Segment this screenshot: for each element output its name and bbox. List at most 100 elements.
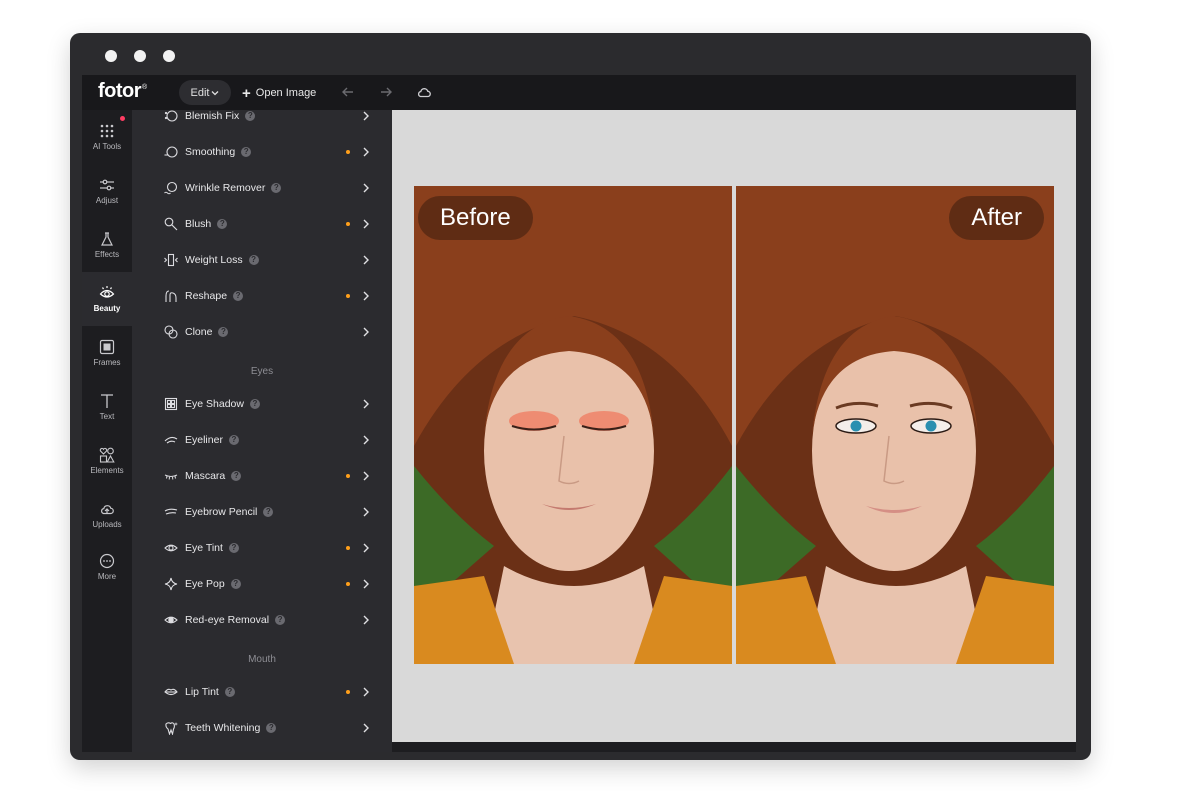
help-icon[interactable]: ? <box>245 111 256 122</box>
help-icon[interactable]: ? <box>263 507 274 518</box>
tool-row-smoothing[interactable]: Smoothing? <box>132 134 392 170</box>
adjust-icon <box>100 179 114 191</box>
effects-icon <box>101 232 113 246</box>
tool-label: Blemish Fix <box>185 110 240 122</box>
tool-row-eye-pop[interactable]: Eye Pop? <box>132 566 392 602</box>
tool-label: Wrinkle Remover <box>185 182 266 194</box>
rail-item-beauty[interactable]: Beauty <box>82 272 132 326</box>
after-photo[interactable]: After <box>736 186 1054 664</box>
notification-dot <box>120 116 125 121</box>
rail-item-text[interactable]: Text <box>82 380 132 434</box>
section-label: Eyes <box>250 365 274 377</box>
chevron-right-icon <box>363 543 369 553</box>
help-icon[interactable]: ? <box>248 255 259 266</box>
help-icon[interactable]: ? <box>233 291 244 302</box>
smoothing-icon <box>164 146 178 158</box>
tool-row-eye-tint[interactable]: Eye Tint? <box>132 530 392 566</box>
rail-item-elements[interactable]: Elements <box>82 434 132 488</box>
open-image-label: Open Image <box>255 87 317 99</box>
tool-row-blush[interactable]: Blush? <box>132 206 392 242</box>
wrinkle-remover-icon <box>164 181 178 195</box>
rail-item-ai-tools[interactable]: AI Tools <box>82 110 132 164</box>
chevron-right-icon <box>363 399 369 409</box>
section-label: Mouth <box>248 653 276 665</box>
section-header-eyes: Eyes <box>132 358 392 384</box>
chevron-right-icon <box>363 111 369 121</box>
window-controls <box>105 50 175 62</box>
new-feature-dot <box>346 222 350 226</box>
tool-label: Smoothing <box>185 146 236 158</box>
teeth-whitening-icon <box>165 722 178 735</box>
tool-label: Clone <box>185 326 213 338</box>
tool-label: Red-eye Removal <box>185 614 270 626</box>
tool-label: Reshape <box>185 290 228 302</box>
help-icon[interactable]: ? <box>249 399 260 410</box>
help-icon[interactable]: ? <box>218 327 229 338</box>
tool-row-weight-loss[interactable]: Weight Loss? <box>132 242 392 278</box>
help-icon[interactable]: ? <box>228 543 239 554</box>
help-icon[interactable]: ? <box>266 723 277 734</box>
tool-label: Eye Pop <box>185 578 225 590</box>
tool-label: Weight Loss <box>185 254 243 266</box>
tool-row-eyeliner[interactable]: Eyeliner? <box>132 422 392 458</box>
lip-tint-icon <box>164 688 178 696</box>
tool-row-teeth-whitening[interactable]: Teeth Whitening? <box>132 710 392 746</box>
rail-item-more[interactable]: More <box>82 540 132 594</box>
chevron-right-icon <box>363 183 369 193</box>
rail-item-uploads[interactable]: Uploads <box>82 488 132 542</box>
clone-icon <box>164 325 178 339</box>
rail-item-frames[interactable]: Frames <box>82 326 132 380</box>
tool-label: Eyebrow Pencil <box>185 506 258 518</box>
chevron-right-icon <box>363 147 369 157</box>
tool-row-blemish-fix[interactable]: Blemish Fix? <box>132 110 392 134</box>
window-dot-maximize[interactable] <box>163 50 175 62</box>
tool-label: Eye Shadow <box>185 398 244 410</box>
rail-item-effects[interactable]: Effects <box>82 218 132 272</box>
rail-label: Elements <box>90 466 124 475</box>
tool-label: Mascara <box>185 470 226 482</box>
image-canvas[interactable]: Before After <box>392 110 1076 742</box>
chevron-down-icon <box>212 90 219 95</box>
new-feature-dot <box>346 546 350 550</box>
blemish-fix-icon <box>164 110 178 122</box>
before-photo[interactable]: Before <box>414 186 732 664</box>
help-icon[interactable]: ? <box>230 579 241 590</box>
chevron-right-icon <box>363 579 369 589</box>
help-icon[interactable]: ? <box>231 471 242 482</box>
tool-label: Eye Tint <box>185 542 223 554</box>
help-icon[interactable]: ? <box>224 687 235 698</box>
tool-row-lip-tint[interactable]: Lip Tint? <box>132 674 392 710</box>
new-feature-dot <box>346 582 350 586</box>
rail-label: Text <box>99 412 115 421</box>
help-icon[interactable]: ? <box>217 219 228 230</box>
open-image-button[interactable]: + Open Image <box>242 83 316 103</box>
help-icon[interactable]: ? <box>228 435 239 446</box>
new-feature-dot <box>346 150 350 154</box>
tool-row-mascara[interactable]: Mascara? <box>132 458 392 494</box>
redo-arrow-icon[interactable] <box>378 84 394 100</box>
tool-row-eyebrow-pencil[interactable]: Eyebrow Pencil? <box>132 494 392 530</box>
editor-app: fotor® Edit + Open Image AI Tools Adjust… <box>82 75 1076 752</box>
weight-loss-icon <box>164 253 178 267</box>
tool-label: Lip Tint <box>185 686 219 698</box>
tool-row-clone[interactable]: Clone? <box>132 314 392 350</box>
eye-shadow-icon <box>164 397 178 411</box>
top-bar: fotor® Edit + Open Image <box>82 75 1076 110</box>
window-frame: fotor® Edit + Open Image AI Tools Adjust… <box>70 33 1091 760</box>
chevron-right-icon <box>363 687 369 697</box>
help-icon[interactable]: ? <box>275 615 286 626</box>
tool-row-wrinkle-remover[interactable]: Wrinkle Remover? <box>132 170 392 206</box>
tool-row-reshape[interactable]: Reshape? <box>132 278 392 314</box>
window-dot-minimize[interactable] <box>134 50 146 62</box>
cloud-icon[interactable] <box>416 84 432 100</box>
edit-menu-button[interactable]: Edit <box>179 80 231 105</box>
rail-item-adjust[interactable]: Adjust <box>82 164 132 218</box>
fotor-logo[interactable]: fotor® <box>98 80 147 103</box>
help-icon[interactable]: ? <box>241 147 252 158</box>
tool-row-eye-shadow[interactable]: Eye Shadow? <box>132 386 392 422</box>
undo-arrow-icon[interactable] <box>340 84 356 100</box>
help-icon[interactable]: ? <box>271 183 282 194</box>
window-dot-close[interactable] <box>105 50 117 62</box>
tool-row-red-eye-removal[interactable]: Red-eye Removal? <box>132 602 392 638</box>
chevron-right-icon <box>363 435 369 445</box>
